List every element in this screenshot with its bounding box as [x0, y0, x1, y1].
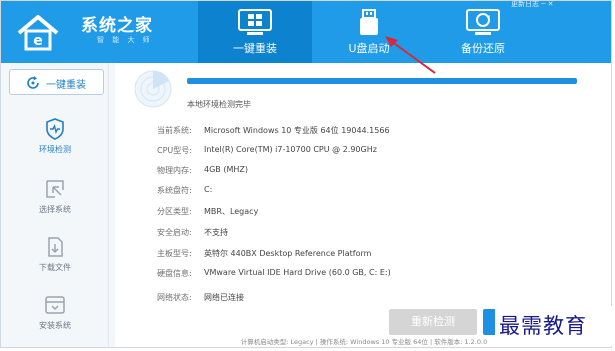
tab-label: 一键重装	[233, 42, 277, 55]
windows-icon	[238, 9, 272, 35]
info-label: 安全启动:	[157, 228, 192, 237]
sidebar-item-label: 下载文件	[39, 263, 71, 272]
logo-icon: e	[17, 15, 59, 51]
tab-label: U盘启动	[348, 42, 390, 55]
sidebar-item-select-system[interactable]: 选择系统	[1, 171, 109, 227]
info-value: 英特尔 440BX Desktop Reference Platform	[204, 249, 372, 258]
info-label: 分区类型:	[157, 207, 192, 216]
sidebar-item-download-files[interactable]: 下载文件	[1, 229, 109, 285]
info-label: 物理内存:	[157, 166, 192, 175]
info-label: CPU型号:	[157, 146, 192, 155]
info-value: 网络已连接	[204, 293, 244, 302]
info-value: Intel(R) Core(TM) i7-10700 CPU @ 2.90GHz	[204, 145, 377, 154]
progress-fill	[187, 78, 577, 84]
one-key-reinstall-button[interactable]: 一键重装	[9, 69, 104, 95]
radar-scan-icon	[134, 70, 172, 108]
watermark: 最需教育	[495, 306, 613, 346]
info-value: 不支持	[204, 228, 228, 237]
usb-drive-icon	[360, 9, 378, 35]
sidebar-item-environment-check[interactable]: 环境检测	[1, 111, 109, 167]
backup-restore-icon	[466, 9, 500, 35]
sidebar-item-install-system[interactable]: 安装系统	[1, 287, 109, 343]
brand-subtitle: 智 能 大 师	[97, 36, 153, 44]
tab-backup-restore[interactable]: 备份还原	[426, 1, 540, 63]
install-icon	[45, 296, 65, 314]
info-value: C:	[204, 185, 213, 194]
info-value: MBR、Legacy	[204, 207, 259, 216]
info-value: 4GB (MHZ)	[204, 165, 248, 174]
brand-title: 系统之家	[81, 16, 153, 36]
sidebar: 一键重装 环境检测 选择系统 下载文件 安装系统	[1, 63, 109, 347]
sidebar-item-label: 安装系统	[39, 321, 71, 330]
info-label: 当前系统:	[157, 126, 192, 135]
tab-one-key-reinstall[interactable]: 一键重装	[198, 1, 312, 63]
cursor-select-icon	[46, 180, 64, 198]
sidebar-item-label: 环境检测	[39, 145, 71, 154]
info-label: 系统盘符:	[157, 186, 192, 195]
recheck-button[interactable]: 重新检测	[389, 309, 477, 335]
info-value: Microsoft Windows 10 专业版 64位 19044.1566	[204, 126, 390, 135]
detection-progress-bar	[187, 78, 577, 84]
sidebar-item-label: 选择系统	[39, 205, 71, 214]
shield-check-icon	[46, 118, 64, 140]
info-label: 网络状态:	[157, 293, 192, 302]
info-label: 主板型号:	[157, 249, 192, 258]
info-value: VMware Virtual IDE Hard Drive (60.0 GB, …	[204, 268, 391, 277]
svg-text:e: e	[33, 33, 43, 49]
tab-usb-boot[interactable]: U盘启动	[312, 1, 426, 63]
info-label: 硬盘信息:	[157, 269, 192, 278]
detection-status: 本地环境检测完毕	[187, 100, 251, 109]
refresh-icon	[27, 76, 39, 89]
document-icon	[48, 237, 63, 257]
reinstall-label: 一键重装	[46, 80, 86, 91]
header-bar: e 系统之家 智 能 大 师 更新日志 ─ ✕ 一键重装 U盘启动 备份还原	[1, 1, 611, 63]
app-window: e 系统之家 智 能 大 师 更新日志 ─ ✕ 一键重装 U盘启动 备份还原 一…	[0, 0, 612, 348]
tab-label: 备份还原	[461, 42, 505, 55]
